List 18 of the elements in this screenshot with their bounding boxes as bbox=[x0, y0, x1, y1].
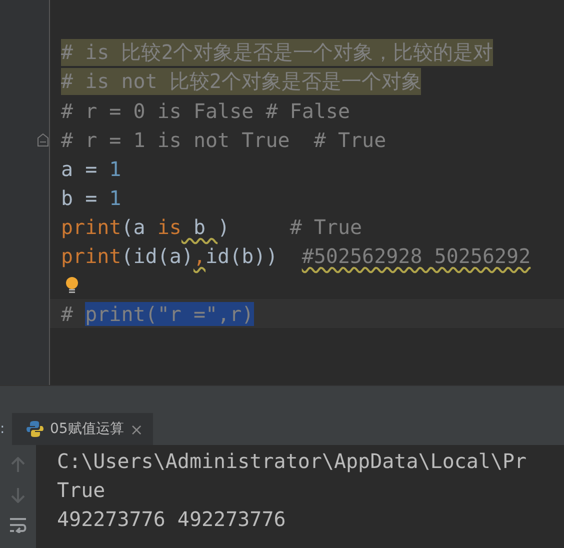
lightbulb-icon[interactable] bbox=[65, 276, 79, 294]
console-output-line: True bbox=[57, 477, 106, 504]
code-line: print(a is b ) # True bbox=[60, 214, 364, 240]
code-line: a = 1 bbox=[60, 156, 122, 182]
run-tab[interactable]: 05赋值运算 × bbox=[12, 413, 154, 445]
console-output-line: 492273776 492273776 bbox=[57, 506, 287, 533]
down-arrow-icon[interactable] bbox=[11, 487, 25, 503]
code-line: b = 1 bbox=[60, 184, 122, 212]
soft-wrap-icon[interactable] bbox=[9, 517, 27, 533]
panel-label: : bbox=[0, 421, 6, 437]
code-line: # r = 0 is False # False bbox=[60, 98, 351, 124]
code-line: print(id(a),id(b)) #502562928 50256292 bbox=[60, 242, 532, 270]
fold-icon[interactable] bbox=[37, 132, 49, 146]
close-icon[interactable]: × bbox=[130, 420, 144, 438]
console-output-line: C:\Users\Administrator\AppData\Local\Pr bbox=[57, 448, 527, 475]
python-icon bbox=[26, 420, 44, 438]
up-arrow-icon[interactable] bbox=[11, 457, 25, 473]
code-line: # r = 1 is not True # True bbox=[60, 126, 388, 154]
